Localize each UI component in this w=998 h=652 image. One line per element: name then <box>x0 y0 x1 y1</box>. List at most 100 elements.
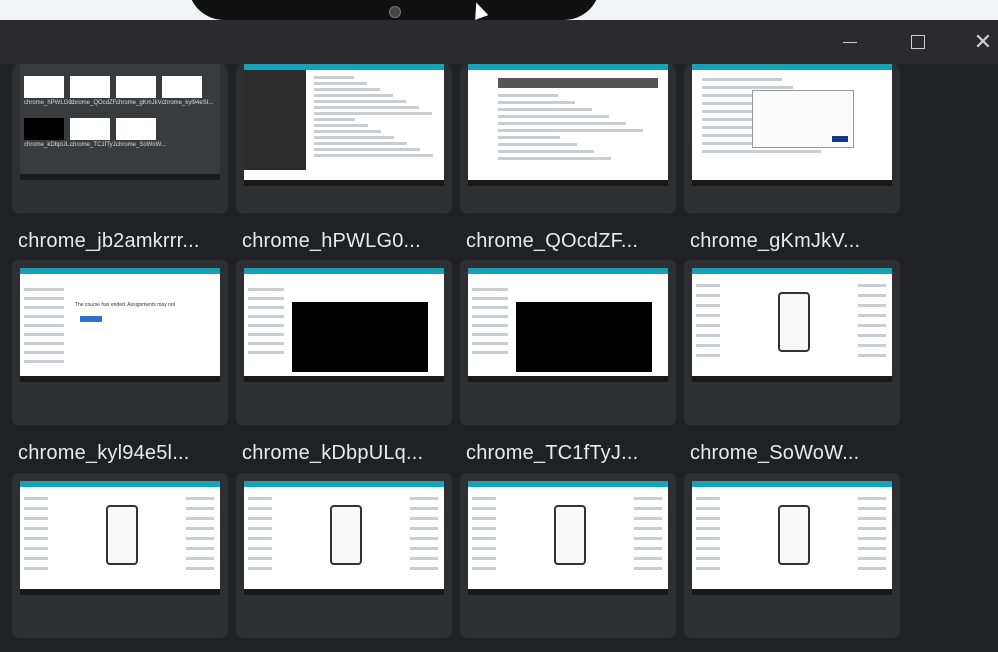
preview-text-line <box>248 351 284 354</box>
window-thumbnail-card[interactable] <box>12 473 228 638</box>
window-thumbnail-card[interactable] <box>236 260 452 425</box>
window-preview <box>692 268 892 382</box>
preview-text-line <box>314 94 393 97</box>
window-preview: chrome_hPWLG0... chrome_QOcdZF... chrome_g… <box>20 64 220 180</box>
preview-text-line <box>248 342 284 345</box>
preview-text-line <box>24 333 64 336</box>
preview-text-line <box>248 333 284 336</box>
window-thumbnail-card[interactable] <box>684 64 900 213</box>
preview-text-line <box>24 507 48 510</box>
preview-text-line <box>472 306 508 309</box>
preview-text-line <box>498 115 609 118</box>
mini-window-label: chrome_SoWoW... <box>116 142 166 148</box>
window-titlebar: ✕ <box>0 20 998 64</box>
preview-text-line <box>858 497 886 500</box>
preview-text-line <box>696 547 720 550</box>
submit-button-preview <box>832 136 848 142</box>
preview-text-line <box>498 122 626 125</box>
preview-text-line <box>634 537 662 540</box>
preview-text-line <box>498 143 577 146</box>
window-thumbnail-card[interactable] <box>236 64 452 213</box>
window-preview <box>692 481 892 595</box>
preview-text-line <box>248 306 284 309</box>
preview-taskbar <box>468 376 668 382</box>
window-preview <box>468 481 668 595</box>
mini-window-preview <box>24 118 64 140</box>
mini-window-preview <box>70 118 110 140</box>
preview-text-line <box>24 342 64 345</box>
window-preview <box>468 64 668 186</box>
preview-text-line <box>696 344 720 347</box>
preview-text-line <box>24 557 48 560</box>
preview-text-line <box>24 351 64 354</box>
window-thumbnail-card[interactable] <box>236 473 452 638</box>
preview-taskbar <box>244 376 444 382</box>
window-thumbnail-card[interactable] <box>684 260 900 425</box>
preview-text-line <box>858 284 886 287</box>
preview-text-line <box>410 517 438 520</box>
preview-text-line <box>24 360 64 363</box>
maximize-button[interactable] <box>895 20 941 64</box>
preview-text-line <box>24 537 48 540</box>
close-button[interactable]: ✕ <box>960 20 998 64</box>
preview-text-line <box>314 88 380 91</box>
preview-text-line <box>314 100 406 103</box>
editor-sidebar <box>244 70 306 170</box>
window-title-label: chrome_SoWoW... <box>690 442 860 464</box>
preview-text-line <box>314 154 433 157</box>
preview-text-line <box>858 517 886 520</box>
preview-text-line <box>314 142 407 145</box>
preview-taskbar <box>468 180 668 186</box>
preview-text-line <box>634 527 662 530</box>
preview-text-line <box>24 527 48 530</box>
preview-text-line <box>696 557 720 560</box>
preview-taskbar <box>692 180 892 186</box>
window-preview <box>468 268 668 382</box>
preview-text-line <box>314 124 368 127</box>
window-preview <box>244 481 444 595</box>
preview-text-line <box>696 567 720 570</box>
window-thumbnail-card[interactable]: chrome_hPWLG0... chrome_QOcdZF... chrome_g… <box>12 64 228 213</box>
window-thumbnail-card[interactable] <box>460 473 676 638</box>
mini-window-preview <box>116 118 156 140</box>
preview-text-line <box>410 507 438 510</box>
preview-taskbar <box>20 376 220 382</box>
window-thumbnail-card[interactable]: The course has ended. Assignments may no… <box>12 260 228 425</box>
preview-text-line <box>858 537 886 540</box>
preview-text-line <box>24 497 48 500</box>
preview-text-line <box>314 136 394 139</box>
mini-window-preview <box>24 76 64 98</box>
preview-text-line <box>634 547 662 550</box>
mini-window-label: chrome_QOcdZF... <box>70 100 121 106</box>
course-banner <box>498 78 658 88</box>
preview-text-line <box>498 150 594 153</box>
preview-text-line <box>24 306 64 309</box>
window-thumbnail-card[interactable] <box>460 260 676 425</box>
close-icon: ✕ <box>973 29 993 54</box>
preview-text-line <box>634 507 662 510</box>
window-thumbnail-card[interactable] <box>460 64 676 213</box>
preview-text-line <box>186 517 214 520</box>
preview-text-line <box>696 294 720 297</box>
preview-text-line <box>498 94 558 97</box>
minimize-button[interactable] <box>827 20 873 64</box>
preview-taskbar <box>20 174 220 180</box>
course-ended-notice: The course has ended. Assignments may no… <box>75 302 176 308</box>
preview-taskbar <box>468 589 668 595</box>
preview-text-line <box>702 86 793 89</box>
window-preview <box>244 64 444 186</box>
preview-text-line <box>498 129 643 132</box>
preview-text-line <box>410 567 438 570</box>
preview-text-line <box>858 557 886 560</box>
preview-text-line <box>186 557 214 560</box>
preview-text-line <box>248 567 272 570</box>
preview-text-line <box>696 507 720 510</box>
preview-text-line <box>634 567 662 570</box>
preview-text-line <box>696 304 720 307</box>
video-player-preview <box>516 302 652 372</box>
preview-taskbar <box>244 180 444 186</box>
mini-window-label: chrome_kDbpUL... <box>24 142 75 148</box>
window-title-label: chrome_kyl94e5l... <box>18 442 190 464</box>
preview-text-line <box>248 507 272 510</box>
window-thumbnail-card[interactable] <box>684 473 900 638</box>
